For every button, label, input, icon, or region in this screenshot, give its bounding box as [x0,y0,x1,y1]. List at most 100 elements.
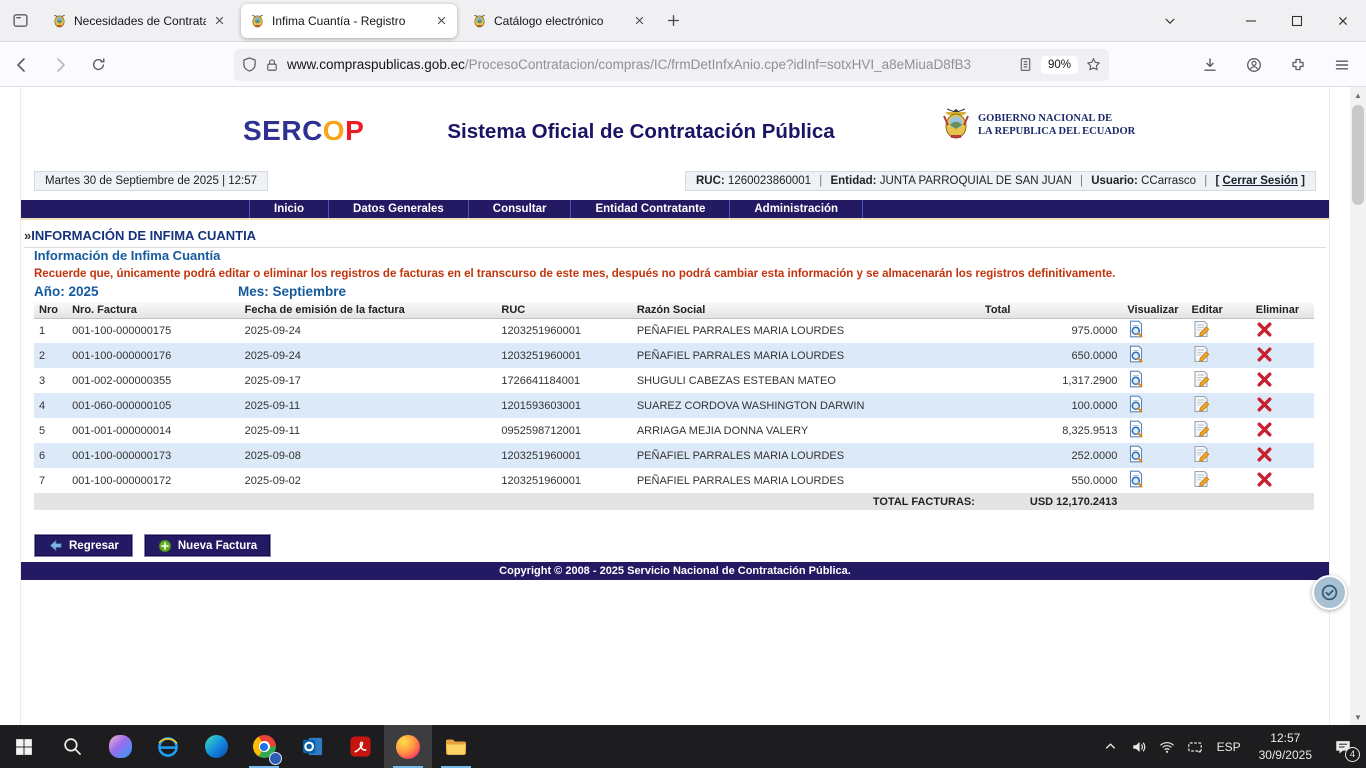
clock-check-icon [1320,583,1339,602]
government-logo: GOBIERNO NACIONAL DE LA REPUBLICA DEL EC… [941,108,1135,142]
app-menu-button[interactable] [1326,49,1358,81]
forward-button[interactable] [44,49,76,81]
nav-entidad-contratante[interactable]: Entidad Contratante [571,200,730,218]
view-invoice-icon[interactable] [1127,395,1145,413]
reload-button[interactable] [82,49,114,81]
new-tab-button[interactable] [658,6,688,36]
acrobat-icon[interactable] [336,725,384,768]
back-button[interactable] [6,49,38,81]
tray-chevron-up-icon[interactable] [1099,729,1123,765]
search-button[interactable] [48,725,96,768]
bookmark-star-icon[interactable] [1086,57,1101,72]
view-invoice-icon[interactable] [1127,320,1145,338]
view-invoice-icon[interactable] [1127,345,1145,363]
window-close-button[interactable] [1320,1,1366,41]
session-datetime: Martes 30 de Septiembre de 2025 | 12:57 [34,171,268,191]
lock-icon[interactable] [265,58,279,72]
file-explorer-icon[interactable] [432,725,480,768]
scroll-up-arrow[interactable]: ▲ [1350,87,1366,103]
entity-value: JUNTA PARROQUIAL DE SAN JUAN [880,175,1072,187]
session-user-bar: RUC: 1260023860001 | Entidad: JUNTA PARR… [685,171,1316,191]
edit-invoice-icon[interactable] [1192,345,1210,363]
delete-invoice-icon[interactable] [1256,321,1273,338]
nav-inicio[interactable]: Inicio [249,200,329,218]
delete-invoice-icon[interactable] [1256,371,1273,388]
view-invoice-icon[interactable] [1127,370,1145,388]
view-invoice-icon[interactable] [1127,420,1145,438]
delete-invoice-icon[interactable] [1256,446,1273,463]
nav-consultar[interactable]: Consultar [469,200,572,218]
scrollbar-thumb[interactable] [1352,105,1364,205]
total-value: USD 12,170.2413 [980,493,1122,510]
notification-center-button[interactable]: 4 [1324,729,1362,765]
tab-catalogo[interactable]: Catálogo electrónico [463,4,655,38]
extensions-button[interactable] [1282,49,1314,81]
col-ruc: RUC [496,302,631,318]
regresar-button[interactable]: Regresar [34,534,133,557]
chrome-icon[interactable] [240,725,288,768]
firefox-icon[interactable] [384,725,432,768]
wireless-display-icon[interactable] [1183,729,1207,765]
site-container: SERCOP Sistema Oficial de Contratación P… [20,87,1330,725]
screen-capture-overlay-badge[interactable] [1312,575,1347,610]
tab-necesidades[interactable]: Necesidades de Contratación y [43,4,235,38]
site-title: Sistema Oficial de Contratación Pública [421,120,861,144]
copilot-icon[interactable] [96,725,144,768]
window-minimize-button[interactable] [1228,1,1274,41]
site-footer: Copyright © 2008 - 2025 Servicio Naciona… [21,562,1329,580]
view-invoice-icon[interactable] [1127,470,1145,488]
tracking-shield-icon[interactable] [242,57,257,72]
edit-invoice-icon[interactable] [1192,445,1210,463]
edit-invoice-icon[interactable] [1192,370,1210,388]
delete-invoice-icon[interactable] [1256,471,1273,488]
invoices-table-wrapper: Nro Nro. Factura Fecha de emisión de la … [34,302,1314,510]
window-maximize-button[interactable] [1274,1,1320,41]
view-invoice-icon[interactable] [1127,445,1145,463]
edit-invoice-icon[interactable] [1192,395,1210,413]
clock[interactable]: 12:57 30/9/2025 [1251,730,1320,762]
nav-administracion[interactable]: Administración [730,200,863,218]
toolbar-right-group [1188,49,1358,81]
logout-link[interactable]: Cerrar Sesión [1223,175,1298,187]
url-text[interactable]: www.compraspublicas.gob.ec/ProcesoContra… [287,57,1010,72]
volume-icon[interactable] [1127,729,1151,765]
internet-explorer-icon[interactable] [144,725,192,768]
edge-icon[interactable] [192,725,240,768]
col-visualizar: Visualizar [1122,302,1186,318]
tab-close-icon[interactable] [633,14,646,27]
table-row: 6 001-100-000000173 2025-09-08 120325196… [34,443,1314,468]
browser-tab-strip: Necesidades de Contratación y Infima Cua… [0,0,1366,42]
start-button[interactable] [0,725,48,768]
scroll-down-arrow[interactable]: ▼ [1350,709,1366,725]
url-bar[interactable]: www.compraspublicas.gob.ec/ProcesoContra… [234,49,1109,81]
tab-infima-cuantia[interactable]: Infima Cuantía - Registro [241,4,457,38]
delete-invoice-icon[interactable] [1256,396,1273,413]
sidebar-tabs-button[interactable] [4,5,36,37]
downloads-button[interactable] [1194,49,1226,81]
account-button[interactable] [1238,49,1270,81]
delete-invoice-icon[interactable] [1256,421,1273,438]
wifi-icon[interactable] [1155,729,1179,765]
warning-text: Recuerde que, únicamente podrá editar o … [34,268,1316,280]
reader-mode-icon[interactable] [1018,57,1033,72]
section-title: Información de Infima Cuantía [34,248,220,263]
edit-invoice-icon[interactable] [1192,320,1210,338]
total-row: TOTAL FACTURAS: USD 12,170.2413 [34,493,1314,510]
edit-invoice-icon[interactable] [1192,420,1210,438]
page-scrollbar[interactable]: ▲ ▼ [1350,87,1366,725]
tab-close-icon[interactable] [213,14,226,27]
outlook-icon[interactable] [288,725,336,768]
tab-title: Catálogo electrónico [494,14,626,28]
edit-invoice-icon[interactable] [1192,470,1210,488]
nueva-factura-button[interactable]: Nueva Factura [144,534,271,557]
ecuador-favicon [52,13,67,28]
delete-invoice-icon[interactable] [1256,346,1273,363]
tab-close-icon[interactable] [435,14,448,27]
table-row: 4 001-060-000000105 2025-09-11 120159360… [34,393,1314,418]
col-razon: Razón Social [632,302,980,318]
nav-datos-generales[interactable]: Datos Generales [329,200,469,218]
page-zoom-indicator[interactable]: 90% [1041,56,1078,74]
col-nro: Nro [34,302,67,318]
list-all-tabs-button[interactable] [1152,1,1188,41]
language-indicator[interactable]: ESP [1211,740,1247,754]
